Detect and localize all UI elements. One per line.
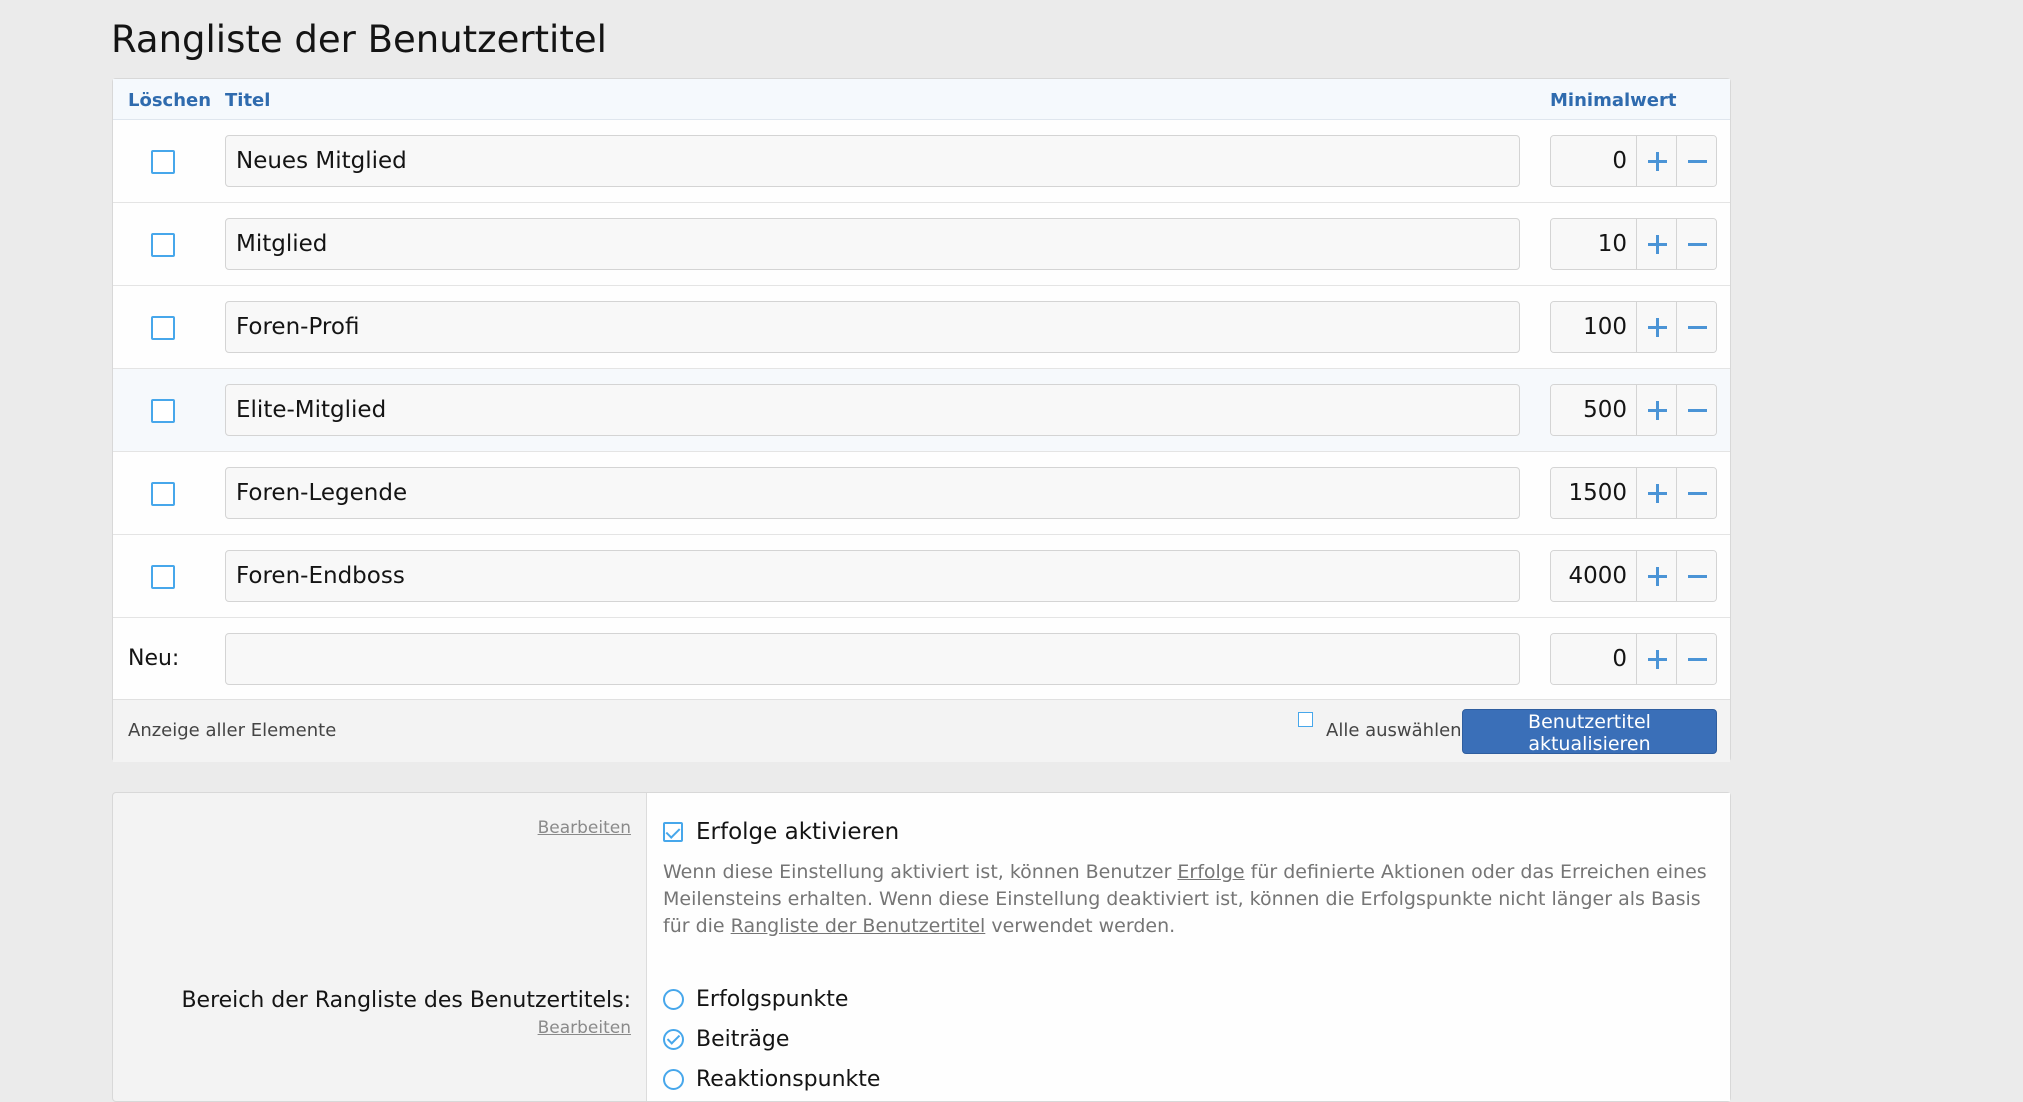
minimum-stepper [1550, 633, 1717, 685]
increment-plus-icon[interactable] [1636, 634, 1676, 684]
title-input[interactable] [225, 467, 1520, 519]
radio-achievement-points[interactable] [663, 989, 684, 1010]
options-block: Bearbeiten Bereich der Rangliste des Ben… [112, 792, 1731, 1102]
delete-checkbox[interactable] [151, 565, 175, 589]
radio-reaction-points[interactable] [663, 1069, 684, 1090]
title-input[interactable] [225, 550, 1520, 602]
options-values-column: Erfolge aktivieren Wenn diese Einstellun… [646, 793, 1730, 1101]
radio-label-achievement-points[interactable]: Erfolgspunkte [696, 987, 848, 1012]
title-input[interactable] [225, 301, 1520, 353]
delete-checkbox[interactable] [151, 399, 175, 423]
delete-checkbox[interactable] [151, 482, 175, 506]
description-text: verwendet werden. [985, 915, 1176, 937]
decrement-minus-icon[interactable] [1676, 634, 1716, 684]
table-footer: Anzeige aller Elemente Alle auswählen Be… [113, 699, 1730, 762]
enable-achievements-description: Wenn diese Einstellung aktiviert ist, kö… [663, 859, 1723, 940]
new-title-input[interactable] [225, 633, 1520, 685]
table-row [113, 120, 1730, 203]
delete-checkbox[interactable] [151, 150, 175, 174]
edit-link[interactable]: Bearbeiten [538, 818, 631, 838]
increment-plus-icon[interactable] [1636, 302, 1676, 352]
decrement-minus-icon[interactable] [1676, 385, 1716, 435]
minimum-input[interactable] [1551, 385, 1636, 435]
minimum-input[interactable] [1551, 302, 1636, 352]
minimum-input[interactable] [1551, 468, 1636, 518]
minimum-stepper [1550, 218, 1717, 270]
table-row [113, 203, 1730, 286]
edit-link[interactable]: Bearbeiten [538, 1018, 631, 1038]
minimum-stepper [1550, 550, 1717, 602]
update-titles-button[interactable]: Benutzertitel aktualisieren [1462, 709, 1717, 755]
delete-checkbox[interactable] [151, 233, 175, 257]
header-title: Titel [225, 90, 271, 111]
delete-checkbox[interactable] [151, 316, 175, 340]
decrement-minus-icon[interactable] [1676, 136, 1716, 186]
user-title-ladder-link[interactable]: Rangliste der Benutzertitel [731, 915, 986, 937]
select-all-label[interactable]: Alle auswählen [1326, 720, 1462, 741]
increment-plus-icon[interactable] [1636, 551, 1676, 601]
minimum-input[interactable] [1551, 551, 1636, 601]
select-all-checkbox[interactable] [1298, 712, 1313, 727]
increment-plus-icon[interactable] [1636, 219, 1676, 269]
table-row [113, 369, 1730, 452]
table-header: Löschen Titel Minimalwert [113, 79, 1730, 120]
page-title: Rangliste der Benutzertitel [111, 18, 607, 61]
range-label: Bereich der Rangliste des Benutzertitels… [181, 988, 631, 1013]
radio-label-posts[interactable]: Beiträge [696, 1027, 789, 1052]
title-input[interactable] [225, 135, 1520, 187]
increment-plus-icon[interactable] [1636, 468, 1676, 518]
minimum-input[interactable] [1551, 136, 1636, 186]
title-input[interactable] [225, 384, 1520, 436]
minimum-stepper [1550, 467, 1717, 519]
radio-posts[interactable] [663, 1029, 684, 1050]
increment-plus-icon[interactable] [1636, 385, 1676, 435]
achievements-link[interactable]: Erfolge [1177, 861, 1244, 883]
new-row-label: Neu: [128, 646, 180, 671]
new-title-row: Neu: [113, 618, 1730, 701]
minimum-stepper [1550, 135, 1717, 187]
header-delete: Löschen [128, 90, 212, 111]
description-text: Wenn diese Einstellung aktiviert ist, kö… [663, 861, 1178, 883]
enable-achievements-checkbox[interactable] [663, 822, 683, 842]
title-input[interactable] [225, 218, 1520, 270]
decrement-minus-icon[interactable] [1676, 468, 1716, 518]
header-minimum: Minimalwert [1550, 90, 1677, 111]
table-row [113, 286, 1730, 369]
table-row [113, 535, 1730, 618]
decrement-minus-icon[interactable] [1676, 551, 1716, 601]
radio-label-reaction-points[interactable]: Reaktionspunkte [696, 1067, 880, 1092]
increment-plus-icon[interactable] [1636, 136, 1676, 186]
minimum-stepper [1550, 301, 1717, 353]
table-row [113, 452, 1730, 535]
minimum-input[interactable] [1551, 219, 1636, 269]
minimum-input[interactable] [1551, 634, 1636, 684]
enable-achievements-label[interactable]: Erfolge aktivieren [696, 819, 899, 845]
minimum-stepper [1550, 384, 1717, 436]
user-title-ladder-table: Löschen Titel Minimalwert Neues Mitglied… [112, 78, 1731, 762]
decrement-minus-icon[interactable] [1676, 302, 1716, 352]
item-count-text: Anzeige aller Elemente [128, 720, 337, 741]
options-labels-column: Bearbeiten Bereich der Rangliste des Ben… [113, 793, 646, 1101]
decrement-minus-icon[interactable] [1676, 219, 1716, 269]
